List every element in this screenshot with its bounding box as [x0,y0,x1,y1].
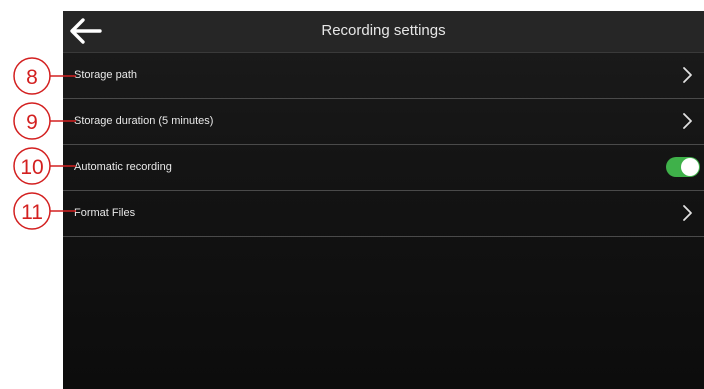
callout-number: 8 [26,66,38,89]
setting-row-automatic-recording: Automatic recording [63,145,704,191]
page-title: Recording settings [321,22,446,39]
callout-number: 9 [26,111,38,134]
setting-label: Storage path [74,69,137,81]
setting-label: Automatic recording [74,161,172,173]
title-bar: Recording settings [63,11,704,53]
recording-settings-screen: Recording settings Storage path Storage … [63,11,704,389]
setting-row-storage-path[interactable]: Storage path [63,53,704,99]
chevron-right-icon [683,205,692,221]
callout-number: 10 [20,156,43,179]
setting-row-storage-duration[interactable]: Storage duration (5 minutes) [63,99,704,145]
setting-row-format-files[interactable]: Format Files [63,191,704,237]
callout-number: 11 [21,201,43,224]
toggle-knob [681,158,699,176]
setting-label: Storage duration (5 minutes) [74,115,214,127]
automatic-recording-toggle[interactable] [666,157,700,177]
page: Recording settings Storage path Storage … [0,0,704,389]
chevron-right-icon [683,67,692,83]
setting-label: Format Files [74,207,136,219]
chevron-right-icon [683,113,692,129]
